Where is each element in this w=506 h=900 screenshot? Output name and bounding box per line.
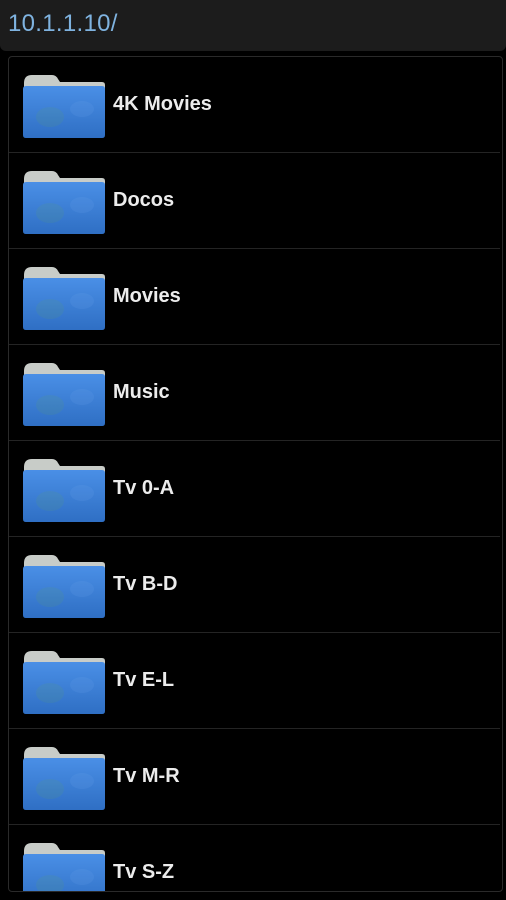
folder-name: Tv B-D [113, 573, 178, 595]
folder-row[interactable]: Tv M-R [9, 729, 500, 825]
folder-icon [23, 171, 105, 234]
folder-row[interactable]: Music [9, 345, 500, 441]
folder-row[interactable]: Tv 0-A [9, 441, 500, 537]
folder-icon [23, 555, 105, 618]
folder-row[interactable]: Tv E-L [9, 633, 500, 729]
folder-name: Docos [113, 189, 175, 211]
folder-name: Movies [113, 285, 181, 307]
folder-name: Tv M-R [113, 765, 180, 787]
folder-icon [23, 747, 105, 810]
folder-name: Tv 0-A [113, 477, 175, 499]
folder-name: Tv E-L [113, 669, 175, 691]
folder-row[interactable]: Tv B-D [9, 537, 500, 633]
folder-row[interactable]: 4K Movies [9, 57, 500, 153]
folder-icon [23, 363, 105, 426]
folder-icon [23, 459, 105, 522]
folder-icon [23, 843, 105, 891]
folder-row[interactable]: Tv S-Z [9, 825, 500, 891]
folder-list: 4K Movies Docos Movies Music Tv 0-A Tv B-D Tv … [8, 56, 503, 892]
folder-name: Tv S-Z [113, 861, 175, 883]
current-path[interactable]: 10.1.1.10/ [8, 10, 118, 38]
folder-icon [23, 651, 105, 714]
folder-name: 4K Movies [113, 93, 212, 115]
folder-row[interactable]: Movies [9, 249, 500, 345]
path-bar: 10.1.1.10/ [0, 0, 506, 51]
folder-icon [23, 267, 105, 330]
folder-name: Music [113, 381, 170, 403]
folder-icon [23, 75, 105, 138]
folder-row[interactable]: Docos [9, 153, 500, 249]
